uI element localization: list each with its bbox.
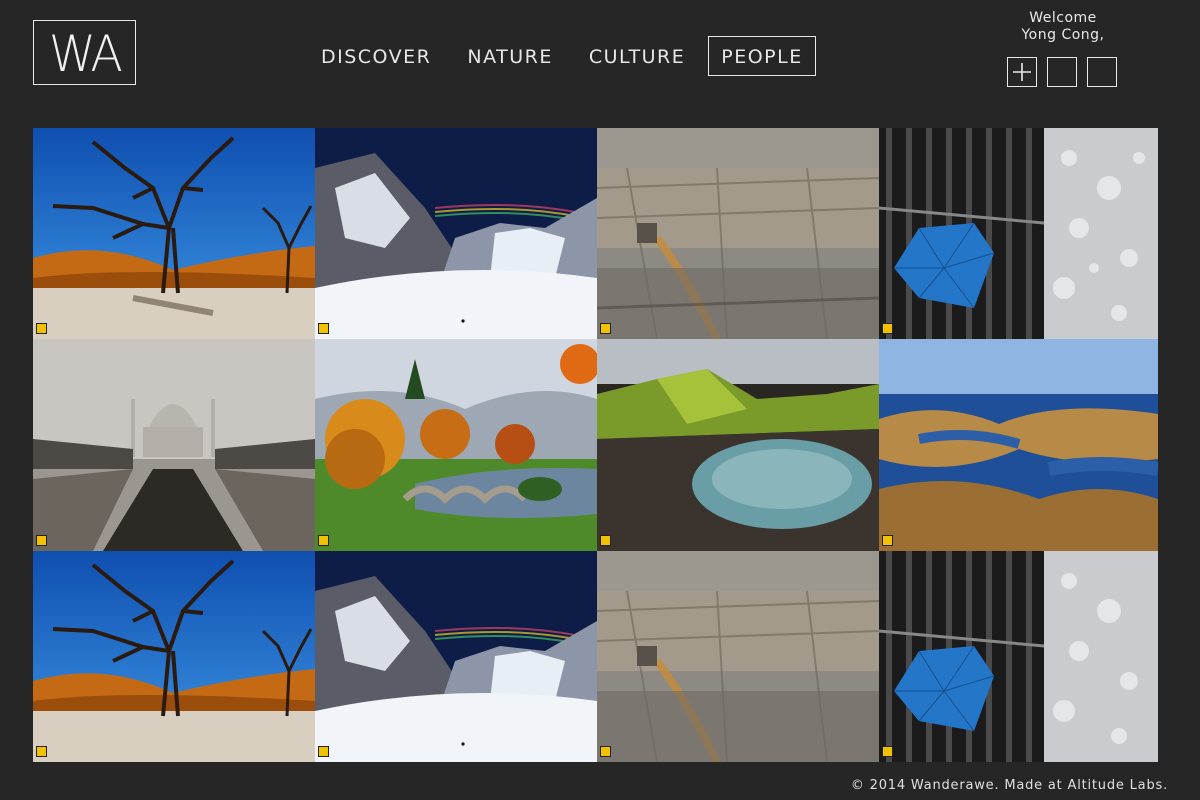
nav-people[interactable]: PEOPLE	[708, 36, 816, 76]
action-button-2[interactable]	[1047, 57, 1077, 87]
logo[interactable]: WA	[33, 20, 136, 85]
logo-badge	[36, 535, 47, 546]
umbrella-rain-image	[879, 551, 1158, 762]
photo-tile[interactable]	[33, 339, 315, 551]
photo-tile[interactable]	[33, 128, 315, 339]
logo-badge	[36, 323, 47, 334]
photo-tile[interactable]	[879, 551, 1158, 762]
logo-badge	[318, 746, 329, 757]
logo-badge	[318, 535, 329, 546]
welcome-message: Welcome Yong Cong,	[1003, 10, 1123, 44]
logo-text: WA	[48, 24, 123, 83]
welcome-greeting: Welcome	[1029, 10, 1097, 26]
foggy-taj-mahal-image	[33, 339, 315, 551]
main-nav: DISCOVER NATURE CULTURE PEOPLE	[308, 36, 826, 76]
footer-copyright: © 2014 Wanderawe. Made at Altitude Labs.	[850, 778, 1168, 793]
user-actions	[1007, 57, 1117, 87]
crater-lake-image	[597, 339, 879, 551]
snowy-mountain-image	[315, 128, 597, 339]
photo-tile[interactable]	[315, 551, 597, 762]
add-button[interactable]	[1007, 57, 1037, 87]
logo-badge	[600, 323, 611, 334]
nav-nature[interactable]: NATURE	[454, 36, 565, 76]
logo-badge	[600, 746, 611, 757]
aerial-city-image	[597, 128, 879, 339]
photo-tile[interactable]	[597, 339, 879, 551]
umbrella-rain-image	[879, 128, 1158, 339]
photo-gallery	[33, 128, 1158, 762]
logo-badge	[318, 323, 329, 334]
logo-badge	[36, 746, 47, 757]
logo-badge	[882, 323, 893, 334]
logo-badge	[600, 535, 611, 546]
action-button-3[interactable]	[1087, 57, 1117, 87]
plus-icon	[1013, 63, 1031, 81]
logo-badge	[882, 535, 893, 546]
photo-tile[interactable]	[879, 339, 1158, 551]
dead-tree-desert-image	[33, 128, 315, 339]
dead-tree-desert-image	[33, 551, 315, 762]
photo-tile[interactable]	[597, 128, 879, 339]
snowy-mountain-image	[315, 551, 597, 762]
autumn-park-image	[315, 339, 597, 551]
photo-tile[interactable]	[315, 339, 597, 551]
aerial-city-image	[597, 551, 879, 762]
aerial-wetlands-image	[879, 339, 1158, 551]
user-name: Yong Cong,	[1021, 27, 1105, 43]
nav-culture[interactable]: CULTURE	[576, 36, 698, 76]
logo-badge	[882, 746, 893, 757]
photo-tile[interactable]	[315, 128, 597, 339]
photo-tile[interactable]	[33, 551, 315, 762]
nav-discover[interactable]: DISCOVER	[308, 36, 444, 76]
photo-tile[interactable]	[597, 551, 879, 762]
photo-tile[interactable]	[879, 128, 1158, 339]
